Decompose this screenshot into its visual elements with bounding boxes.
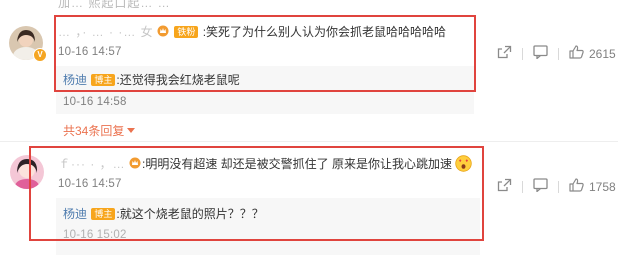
- divider: [558, 180, 559, 193]
- fan-badge: 铁粉: [174, 26, 199, 38]
- more-replies-label: 共34条回复: [63, 124, 125, 138]
- divider: [558, 47, 559, 60]
- comment-username[interactable]: ｆ··· · ，…: [58, 157, 126, 171]
- divider: [522, 47, 523, 60]
- comment-2: ｆ··· · ，… :明明没有超速 却还是被交警抓住了 原来是你让我心跳加速: [58, 155, 473, 172]
- reply-username[interactable]: 杨迪: [63, 73, 87, 87]
- reply-timestamp: 10-16 14:58: [63, 96, 127, 108]
- reply-2: 杨迪 博主:就这个烧老鼠的照片？？？: [63, 206, 264, 222]
- divider: [522, 180, 523, 193]
- comment-timestamp: 10-16 14:57: [58, 46, 122, 58]
- reply-text: :还觉得我会红烧老鼠呢: [116, 73, 240, 87]
- verified-badge-icon: V: [33, 48, 47, 62]
- reply-1: 杨迪 博主:还觉得我会红烧老鼠呢: [63, 72, 240, 88]
- hearts-face-emoji-icon: [455, 155, 473, 172]
- reply-username[interactable]: 杨迪: [63, 207, 87, 221]
- comment-2-actions: 1758: [497, 178, 616, 195]
- avatar[interactable]: [10, 155, 44, 189]
- share-icon[interactable]: [497, 45, 512, 62]
- like-count: 2615: [589, 46, 616, 61]
- truncated-previous-line: 加… 熙起口起… …: [58, 0, 171, 10]
- thumbs-up-icon[interactable]: [569, 178, 584, 195]
- comment-1: … ，· … · ·… 女 铁粉 :笑死了为什么别人认为你会抓老鼠哈哈哈哈哈: [58, 24, 446, 40]
- caret-down-icon: [127, 128, 136, 133]
- like-count: 1758: [589, 179, 616, 194]
- comment-text: :笑死了为什么别人认为你会抓老鼠哈哈哈哈哈: [202, 25, 447, 39]
- share-icon[interactable]: [497, 178, 512, 195]
- fan-crown-icon: [129, 157, 141, 169]
- reply-text: :就这个烧老鼠的照片？？？: [116, 207, 264, 221]
- comment-icon[interactable]: [533, 178, 548, 195]
- fan-crown-icon: [157, 25, 169, 37]
- reply-timestamp: 10-16 15:02: [63, 229, 127, 241]
- comment-timestamp: 10-16 14:57: [58, 178, 122, 190]
- thumbs-up-icon[interactable]: [569, 45, 584, 62]
- comment-1-actions: 2615: [497, 45, 616, 62]
- more-replies-link[interactable]: 共34条回复: [63, 122, 136, 139]
- blogger-badge: 博主: [91, 74, 116, 86]
- weibo-comment-thread: 加… 熙起口起… … V … ，· … · ·… 女 铁粉 :笑死了为什么别人认…: [0, 0, 618, 255]
- comment-username[interactable]: … ，· … · ·… 女: [58, 25, 154, 39]
- divider: [0, 141, 618, 142]
- blogger-badge: 博主: [91, 208, 116, 220]
- comment-icon[interactable]: [533, 45, 548, 62]
- comment-text: :明明没有超速 却还是被交警抓住了 原来是你让我心跳加速: [142, 157, 453, 171]
